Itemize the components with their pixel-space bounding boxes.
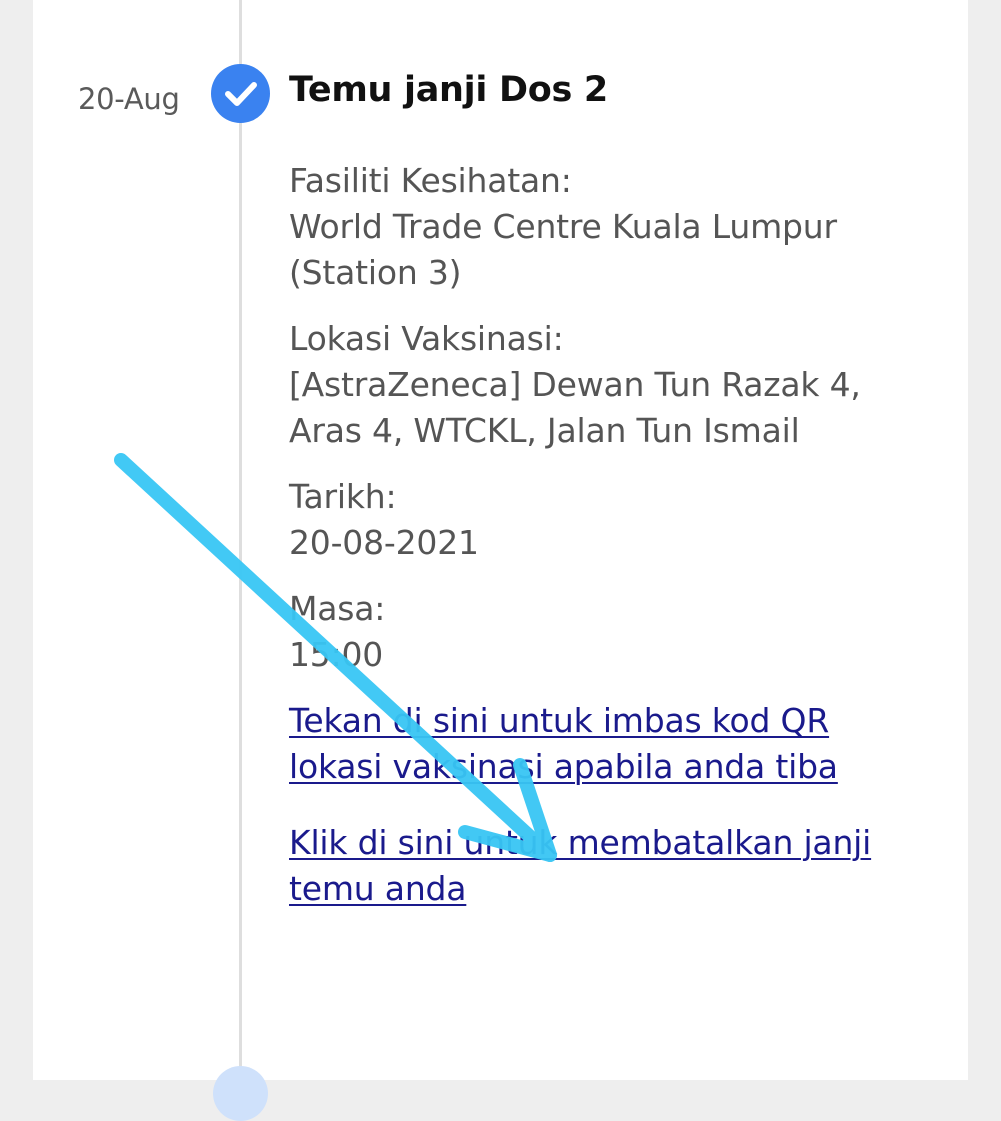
location-label: Lokasi Vaksinasi: xyxy=(289,319,564,358)
next-timeline-dot xyxy=(213,1066,268,1121)
date-value: 20-08-2021 xyxy=(289,523,479,562)
facility-value: World Trade Centre Kuala Lumpur (Station… xyxy=(289,207,837,292)
scan-qr-link[interactable]: Tekan di sini untuk imbas kod QR lokasi … xyxy=(289,698,929,790)
time-value: 15:00 xyxy=(289,635,384,674)
date-label: Tarikh: xyxy=(289,477,397,516)
date-block: Tarikh: 20-08-2021 xyxy=(289,474,929,566)
location-block: Lokasi Vaksinasi: [AstraZeneca] Dewan Tu… xyxy=(289,316,929,454)
facility-label: Fasiliti Kesihatan: xyxy=(289,161,572,200)
location-value: [AstraZeneca] Dewan Tun Razak 4, Aras 4,… xyxy=(289,365,861,450)
facility-block: Fasiliti Kesihatan: World Trade Centre K… xyxy=(289,158,929,296)
timeline-date: 20-Aug xyxy=(78,82,180,116)
check-circle-icon xyxy=(211,64,270,123)
cancel-appointment-link[interactable]: Klik di sini untuk membatalkan janji tem… xyxy=(289,820,929,912)
timeline-line xyxy=(239,0,242,1080)
time-label: Masa: xyxy=(289,589,386,628)
appointment-details: Fasiliti Kesihatan: World Trade Centre K… xyxy=(289,158,929,942)
appointment-title: Temu janji Dos 2 xyxy=(289,70,608,110)
time-block: Masa: 15:00 xyxy=(289,586,929,678)
